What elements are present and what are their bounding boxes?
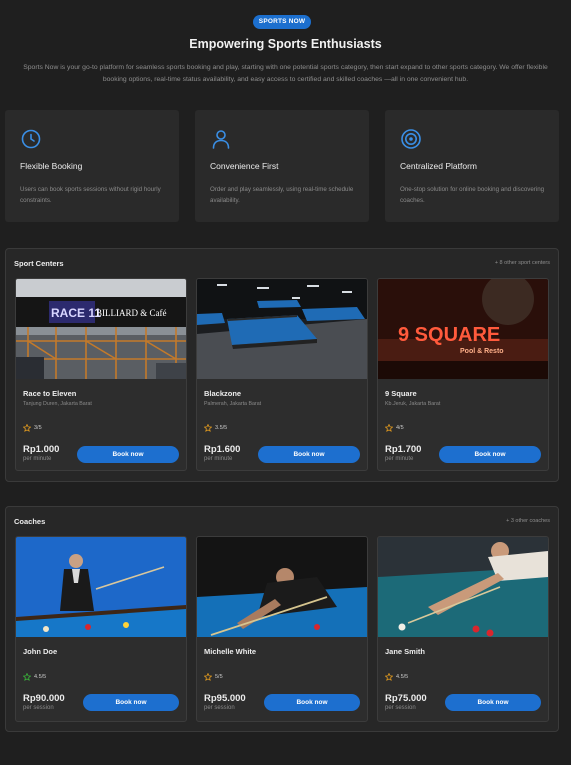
nine-square-sign-text: 9 SQUARE bbox=[398, 324, 500, 346]
sport-center-location: Tanjung Duren, Jakarta Barat bbox=[23, 401, 92, 407]
rating-value: 4.5/5 bbox=[34, 674, 47, 680]
coach-card[interactable]: Michelle White 5/5 Rp95.000 per session … bbox=[196, 536, 368, 722]
sport-center-location: Palmerah, Jakarta Barat bbox=[204, 401, 262, 407]
feature-description: Users can book sports sessions without r… bbox=[20, 186, 161, 204]
coach-card[interactable]: John Doe 4.5/5 Rp90.000 per session Book… bbox=[15, 536, 187, 722]
rating: 3/5 bbox=[23, 424, 42, 432]
price-unit: per session bbox=[23, 705, 54, 711]
more-sport-centers-link[interactable]: + 8 other sport centers bbox=[495, 260, 550, 266]
sport-center-name: Race to Eleven bbox=[23, 389, 77, 398]
price-unit: per session bbox=[204, 705, 235, 711]
feature-card-flexible-booking: Flexible Booking Users can book sports s… bbox=[5, 110, 179, 222]
price-unit: per minute bbox=[204, 456, 233, 462]
section-title: Sport Centers bbox=[14, 259, 64, 268]
sport-center-card[interactable]: Blackzone Palmerah, Jakarta Barat 3.5/5 … bbox=[196, 278, 368, 471]
billiard-sign-text: BILLIARD & Café bbox=[96, 308, 166, 318]
person-icon bbox=[212, 130, 230, 149]
sport-centers-section: Sport Centers + 8 other sport centers RA… bbox=[5, 248, 559, 482]
rating-value: 4/5 bbox=[396, 425, 404, 431]
coach-name: Jane Smith bbox=[385, 647, 426, 656]
rating: 4.5/5 bbox=[23, 673, 46, 681]
book-now-button[interactable]: Book now bbox=[264, 694, 360, 711]
feature-title: Convenience First bbox=[210, 161, 279, 171]
price: Rp1.700 bbox=[385, 444, 422, 455]
more-coaches-link[interactable]: + 3 other coaches bbox=[506, 518, 550, 524]
sport-center-card[interactable]: RACE 11 BILLIARD & Café Race to Eleven T… bbox=[15, 278, 187, 471]
sport-center-name: Blackzone bbox=[204, 389, 242, 398]
price-unit: per minute bbox=[23, 456, 52, 462]
star-icon bbox=[204, 424, 212, 432]
feature-card-centralized-platform: Centralized Platform One-stop solution f… bbox=[385, 110, 559, 222]
section-title: Coaches bbox=[14, 517, 46, 526]
coaches-section: Coaches + 3 other coaches John Doe 4.5/5… bbox=[5, 506, 559, 732]
coach-card[interactable]: Jane Smith 4.5/5 Rp75.000 per session Bo… bbox=[377, 536, 549, 722]
price: Rp1.600 bbox=[204, 444, 241, 455]
feature-description: One-stop solution for online booking and… bbox=[400, 186, 545, 204]
coach-image bbox=[16, 537, 186, 637]
coach-name: John Doe bbox=[23, 647, 58, 656]
sport-center-image: 9 SQUARE Pool & Resto bbox=[378, 279, 548, 379]
feature-title: Flexible Booking bbox=[20, 161, 83, 171]
price-unit: per minute bbox=[385, 456, 414, 462]
rating: 4.5/5 bbox=[385, 673, 408, 681]
page-title: Empowering Sports Enthusiasts bbox=[189, 37, 382, 51]
hero-description: Sports Now is your go-to platform for se… bbox=[23, 64, 548, 83]
price: Rp1.000 bbox=[23, 444, 60, 455]
feature-card-convenience-first: Convenience First Order and play seamles… bbox=[195, 110, 369, 222]
coach-name: Michelle White bbox=[204, 647, 257, 656]
sport-center-image bbox=[197, 279, 367, 379]
clock-icon bbox=[21, 129, 41, 149]
book-now-button[interactable]: Book now bbox=[83, 694, 179, 711]
price-unit: per session bbox=[385, 705, 416, 711]
sport-center-image: RACE 11 BILLIARD & Café bbox=[16, 279, 186, 379]
feature-description: Order and play seamlessly, using real-ti… bbox=[210, 186, 354, 204]
sports-now-badge: SPORTS NOW bbox=[253, 15, 311, 29]
book-now-button[interactable]: Book now bbox=[439, 446, 541, 463]
feature-title: Centralized Platform bbox=[400, 161, 478, 171]
rating: 3.5/5 bbox=[204, 424, 227, 432]
rating: 5/5 bbox=[204, 673, 223, 681]
rating: 4/5 bbox=[385, 424, 404, 432]
price: Rp75.000 bbox=[385, 693, 427, 704]
pool-resto-sign-text: Pool & Resto bbox=[460, 348, 504, 355]
coach-image bbox=[378, 537, 548, 637]
star-icon bbox=[23, 673, 31, 681]
sport-center-name: 9 Square bbox=[385, 389, 417, 398]
coach-image bbox=[197, 537, 367, 637]
star-icon bbox=[385, 673, 393, 681]
rating-value: 3/5 bbox=[34, 425, 42, 431]
book-now-button[interactable]: Book now bbox=[445, 694, 541, 711]
star-icon bbox=[385, 424, 393, 432]
sport-center-location: Kb.Jeruk, Jakarta Barat bbox=[385, 401, 441, 407]
star-icon bbox=[204, 673, 212, 681]
star-icon bbox=[23, 424, 31, 432]
price: Rp90.000 bbox=[23, 693, 65, 704]
rating-value: 4.5/5 bbox=[396, 674, 409, 680]
features-row: Flexible Booking Users can book sports s… bbox=[5, 110, 559, 222]
sport-center-card[interactable]: 9 SQUARE Pool & Resto 9 Square Kb.Jeruk,… bbox=[377, 278, 549, 471]
rating-value: 3.5/5 bbox=[215, 425, 228, 431]
target-icon bbox=[401, 129, 421, 149]
book-now-button[interactable]: Book now bbox=[77, 446, 179, 463]
book-now-button[interactable]: Book now bbox=[258, 446, 360, 463]
race-logo-text: RACE 11 bbox=[51, 306, 101, 320]
price: Rp95.000 bbox=[204, 693, 246, 704]
rating-value: 5/5 bbox=[215, 674, 223, 680]
